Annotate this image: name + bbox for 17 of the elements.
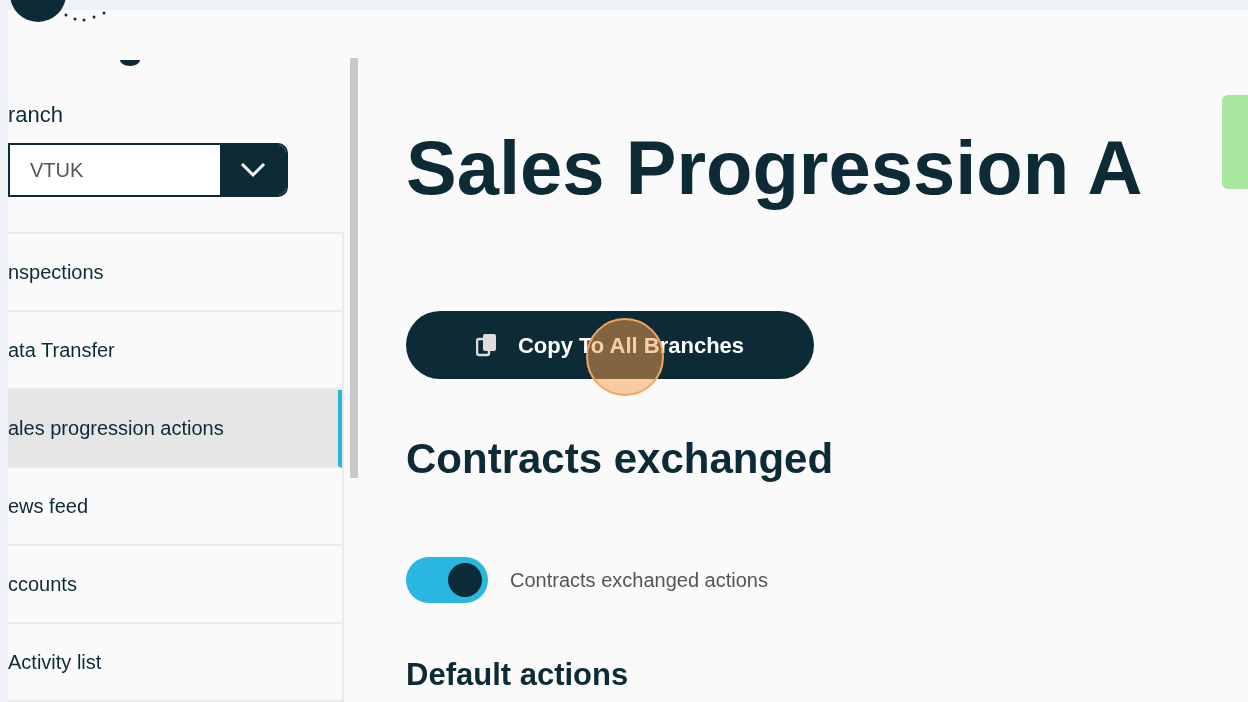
toggle-switch[interactable] [406, 557, 488, 603]
sidebar-item[interactable]: ales progression actions [8, 390, 342, 468]
copy-icon [475, 333, 498, 357]
branch-select[interactable]: VTUK [8, 142, 288, 197]
page-title: Sales Progression A [406, 124, 1143, 212]
sidebar-item[interactable]: ccounts [8, 546, 342, 624]
select-value: VTUK [29, 157, 85, 183]
scrollbar[interactable] [350, 58, 358, 478]
toggle-label: Contracts exchanged actions [510, 568, 768, 593]
side-tab[interactable] [1222, 95, 1248, 189]
branch-label: ranch [8, 100, 65, 129]
subsection-heading: Default actions [406, 656, 630, 694]
sidebar-item[interactable]: Activity list [8, 624, 342, 702]
section-heading: Contracts exchanged [406, 434, 835, 484]
sidebar-item[interactable]: nspections [8, 234, 342, 312]
sidebar-item[interactable]: ews feed [8, 468, 342, 546]
chevron-down-icon [240, 161, 266, 178]
